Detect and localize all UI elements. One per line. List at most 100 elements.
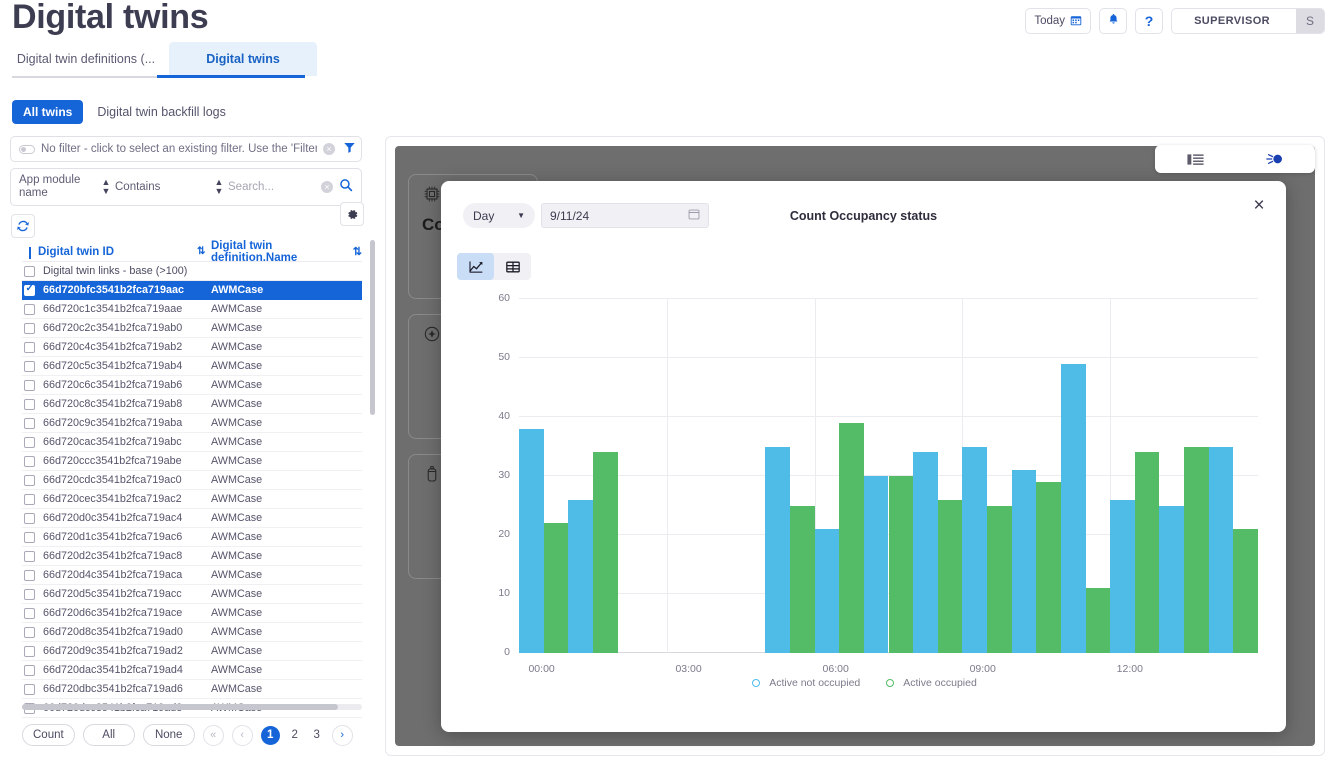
table-row[interactable]: 66d720bfc3541b2fca719aac AWMCase	[22, 281, 362, 300]
chart-bar[interactable]	[987, 505, 1012, 653]
table-row[interactable]: 66d720ccc3541b2fca719abe AWMCase	[22, 452, 362, 471]
page-3-button[interactable]: 3	[310, 729, 324, 741]
row-checkbox[interactable]	[24, 455, 35, 467]
horizontal-scrollbar[interactable]	[22, 704, 362, 710]
row-checkbox[interactable]	[24, 664, 35, 676]
page-1-button[interactable]: 1	[260, 725, 280, 745]
table-row[interactable]: 66d720c1c3541b2fca719aae AWMCase	[22, 300, 362, 319]
table-row[interactable]: 66d720d2c3541b2fca719ac8 AWMCase	[22, 547, 362, 566]
chart-bar[interactable]	[1184, 446, 1209, 653]
row-checkbox[interactable]	[24, 474, 35, 486]
refresh-button[interactable]	[11, 214, 35, 238]
chart-bar[interactable]	[519, 428, 544, 653]
row-checkbox[interactable]	[24, 531, 35, 543]
table-row[interactable]: 66d720cac3541b2fca719abc AWMCase	[22, 433, 362, 452]
count-button[interactable]: Count	[22, 724, 75, 746]
filter-selector[interactable]: No filter - click to select an existing …	[10, 136, 362, 162]
row-checkbox[interactable]	[24, 322, 35, 334]
user-menu[interactable]: SUPERVISOR S	[1171, 8, 1325, 34]
chart-bar[interactable]	[1060, 363, 1086, 653]
search-operator-select[interactable]: Contains	[115, 181, 210, 194]
chart-bar[interactable]	[1011, 470, 1037, 653]
chart-bar[interactable]	[839, 422, 864, 653]
filter-options-icon[interactable]	[341, 141, 357, 157]
clear-filter-icon[interactable]: ×	[323, 143, 335, 155]
table-row[interactable]: 66d720d8c3541b2fca719ad0 AWMCase	[22, 623, 362, 642]
table-row[interactable]: 66d720cec3541b2fca719ac2 AWMCase	[22, 490, 362, 509]
table-row[interactable]: 66d720c4c3541b2fca719ab2 AWMCase	[22, 338, 362, 357]
chart-bar[interactable]	[765, 446, 790, 653]
help-button[interactable]: ?	[1135, 8, 1164, 34]
row-checkbox[interactable]	[24, 626, 35, 638]
column-header-definition-name[interactable]: Digital twin definition.Name	[211, 240, 348, 264]
table-row[interactable]: 66d720c5c3541b2fca719ab4 AWMCase	[22, 357, 362, 376]
chart-bar[interactable]	[1233, 529, 1258, 653]
table-row[interactable]: 66d720cdc3541b2fca719ac0 AWMCase	[22, 471, 362, 490]
chart-bar[interactable]	[1036, 481, 1061, 653]
chart-view-button[interactable]	[457, 253, 494, 280]
select-all-button[interactable]: All	[82, 724, 135, 746]
vertical-scrollbar-thumb[interactable]	[370, 240, 375, 415]
table-row[interactable]: 66d720dac3541b2fca719ad4 AWMCase	[22, 661, 362, 680]
notifications-button[interactable]	[1099, 8, 1128, 34]
operator-stepper-icon[interactable]: ▲ ▼	[214, 178, 224, 196]
chart-bar[interactable]	[789, 505, 815, 653]
chart-bar[interactable]	[913, 452, 938, 653]
first-page-button[interactable]: «	[202, 724, 224, 746]
chart-bar[interactable]	[962, 446, 988, 653]
row-checkbox[interactable]	[24, 283, 35, 296]
horizontal-scrollbar-thumb[interactable]	[22, 704, 338, 710]
table-row[interactable]: 66d720c6c3541b2fca719ab6 AWMCase	[22, 376, 362, 395]
vertical-scrollbar[interactable]	[370, 240, 375, 710]
row-checkbox[interactable]	[24, 550, 35, 562]
chart-bar[interactable]	[937, 499, 963, 653]
table-row[interactable]: 66d720dbc3541b2fca719ad6 AWMCase	[22, 680, 362, 699]
chart-bar[interactable]	[888, 476, 914, 653]
next-page-button[interactable]: ›	[331, 724, 353, 746]
tab-digital-twins[interactable]: Digital twins	[169, 42, 317, 76]
chart-bar[interactable]	[1208, 446, 1234, 653]
chart-bar[interactable]	[1085, 588, 1111, 653]
clear-search-icon[interactable]: ×	[321, 181, 333, 193]
table-row[interactable]: 66d720d1c3541b2fca719ac6 AWMCase	[22, 528, 362, 547]
legend-item-active-not-occupied[interactable]: Active not occupied	[752, 677, 860, 689]
table-row[interactable]: 66d720c2c3541b2fca719ab0 AWMCase	[22, 319, 362, 338]
chart-bar[interactable]	[863, 476, 889, 653]
row-checkbox[interactable]	[24, 417, 35, 429]
filter-toggle-icon[interactable]	[19, 144, 35, 154]
row-checkbox[interactable]	[24, 379, 35, 391]
row-checkbox[interactable]	[24, 360, 35, 372]
chart-bar[interactable]	[1159, 505, 1185, 653]
select-none-button[interactable]: None	[142, 724, 195, 746]
legend-item-active-occupied[interactable]: Active occupied	[886, 677, 977, 689]
table-row[interactable]: 66d720d6c3541b2fca719ace AWMCase	[22, 604, 362, 623]
table-row[interactable]: 66d720d0c3541b2fca719ac4 AWMCase	[22, 509, 362, 528]
layout-view-icon[interactable]	[1155, 153, 1235, 166]
search-field-select[interactable]: App module name	[19, 174, 97, 200]
hub-settings-icon[interactable]	[1235, 151, 1315, 167]
table-row[interactable]: 66d720c9c3541b2fca719aba AWMCase	[22, 414, 362, 433]
row-checkbox[interactable]	[24, 683, 35, 695]
group-checkbox[interactable]	[24, 265, 35, 277]
column-header-digital-twin-id[interactable]: Digital twin ID	[22, 246, 197, 259]
table-row[interactable]: 66d720d4c3541b2fca719aca AWMCase	[22, 566, 362, 585]
sort-id-icon[interactable]: ⇅	[197, 246, 211, 257]
row-checkbox[interactable]	[24, 303, 35, 315]
chart-bar[interactable]	[814, 529, 840, 653]
subtab-all-twins[interactable]: All twins	[12, 100, 84, 124]
row-checkbox[interactable]	[24, 588, 35, 600]
page-2-button[interactable]: 2	[288, 729, 302, 741]
table-view-button[interactable]	[494, 253, 531, 280]
row-checkbox[interactable]	[24, 398, 35, 410]
tab-digital-twin-definitions[interactable]: Digital twin definitions (...	[12, 42, 160, 76]
search-input[interactable]: Search...	[228, 181, 317, 194]
prev-page-button[interactable]: ‹	[231, 724, 253, 746]
table-row[interactable]: 66d720d5c3541b2fca719acc AWMCase	[22, 585, 362, 604]
settings-gear-icon[interactable]	[340, 202, 364, 226]
row-checkbox[interactable]	[24, 512, 35, 524]
chart-bar[interactable]	[1110, 499, 1135, 653]
row-checkbox[interactable]	[24, 341, 35, 353]
table-row[interactable]: 66d720c8c3541b2fca719ab8 AWMCase	[22, 395, 362, 414]
chart-bar[interactable]	[1134, 452, 1160, 653]
row-checkbox[interactable]	[24, 436, 35, 448]
